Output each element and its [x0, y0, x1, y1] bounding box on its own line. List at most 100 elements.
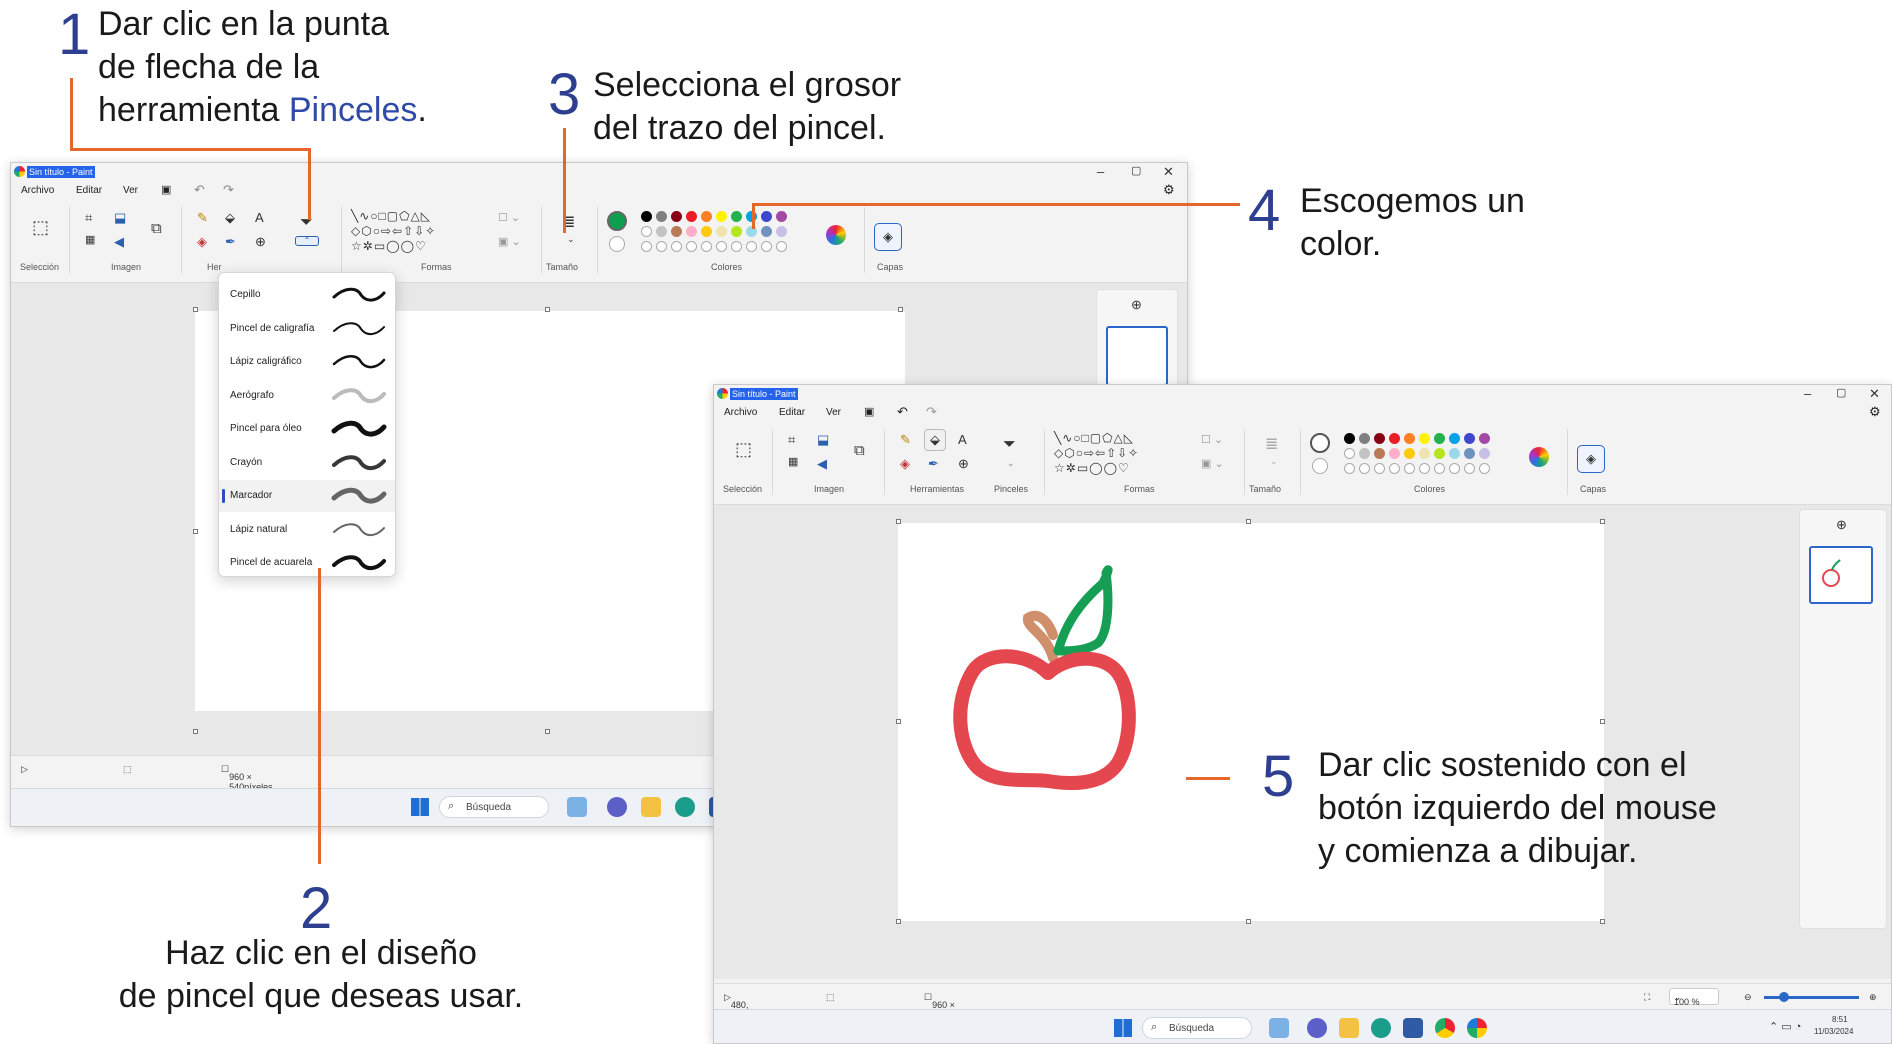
palette-swatch[interactable] [1374, 433, 1385, 444]
eraser-icon[interactable]: ◈ [197, 235, 207, 248]
fill-style-icon[interactable]: ▣ ⌄ [498, 237, 521, 248]
fill-style-icon[interactable]: ▣ ⌄ [1201, 459, 1224, 470]
brushes-icon[interactable]: ⏷ [1003, 437, 1016, 453]
text-icon[interactable]: A [958, 433, 967, 446]
brush-option[interactable]: Marcador [219, 480, 395, 512]
menu-editar[interactable]: Editar [779, 407, 805, 418]
settings-gear-icon[interactable]: ⚙ [1163, 182, 1175, 198]
palette-swatch[interactable] [776, 211, 787, 222]
resize-handle[interactable] [896, 919, 901, 924]
custom-color-slot[interactable] [746, 241, 757, 252]
layers-icon[interactable]: ◈ [874, 223, 902, 251]
palette-swatch[interactable] [641, 226, 652, 237]
palette-swatch[interactable] [776, 226, 787, 237]
custom-color-slot[interactable] [671, 241, 682, 252]
palette-swatch[interactable] [716, 211, 727, 222]
custom-color-slot[interactable] [731, 241, 742, 252]
resize-icon[interactable]: ⬓ [817, 433, 829, 446]
selection-tool-icon[interactable]: ⬚ [735, 440, 752, 458]
primary-color-swatch[interactable] [607, 211, 627, 231]
custom-color-slot[interactable] [1344, 463, 1355, 474]
palette-swatch[interactable] [1374, 448, 1385, 459]
resize-handle[interactable] [1600, 719, 1605, 724]
redo-icon[interactable]: ↷ [926, 404, 937, 420]
widgets-icon[interactable] [567, 797, 587, 817]
color-picker-icon[interactable]: ✒ [928, 457, 939, 470]
palette-swatch[interactable] [686, 226, 697, 237]
resize-handle[interactable] [1246, 919, 1251, 924]
palette-swatch[interactable] [1344, 433, 1355, 444]
resize-handle[interactable] [545, 307, 550, 312]
magnifier-icon[interactable]: ⊕ [958, 457, 969, 470]
add-layer-icon[interactable]: ⊕ [1131, 298, 1142, 311]
eraser-icon[interactable]: ◈ [900, 457, 910, 470]
palette-swatch[interactable] [731, 211, 742, 222]
brush-option[interactable]: Pincel de caligrafía [219, 313, 395, 345]
resize-handle[interactable] [1246, 519, 1251, 524]
custom-color-slot[interactable] [776, 241, 787, 252]
brush-option[interactable]: Crayón [219, 447, 395, 479]
shapes-gallery-icon[interactable]: ╲∿○□▢⬠△◺ ◇⬡○⇨⇦⇧⇩✧ ☆✲▭◯◯♡ [1054, 431, 1189, 476]
palette-swatch[interactable] [671, 211, 682, 222]
size-icon[interactable]: ≣ [1265, 437, 1278, 453]
resize-icon[interactable]: ⬓ [114, 211, 126, 224]
paint-taskbar-icon[interactable] [1467, 1018, 1487, 1038]
palette-swatch[interactable] [1449, 448, 1460, 459]
zoom-in-icon[interactable]: ⊕ [1869, 992, 1877, 1003]
palette-swatch[interactable] [1404, 433, 1415, 444]
palette-swatch[interactable] [761, 211, 772, 222]
image-tool-icon[interactable]: ▦ [85, 235, 95, 246]
custom-color-slot[interactable] [656, 241, 667, 252]
palette-swatch[interactable] [701, 226, 712, 237]
undo-icon[interactable]: ↶ [194, 182, 205, 198]
crop-icon[interactable]: ⌗ [788, 433, 795, 446]
palette-swatch[interactable] [1419, 433, 1430, 444]
palette-swatch[interactable] [1419, 448, 1430, 459]
menu-ver[interactable]: Ver [826, 407, 841, 418]
select-all-icon[interactable]: ⧉ [854, 443, 865, 458]
custom-color-slot[interactable] [1479, 463, 1490, 474]
size-chevron-icon[interactable]: ⌄ [1270, 457, 1278, 466]
resize-handle[interactable] [193, 529, 198, 534]
minimize-button[interactable]: – [1804, 386, 1811, 401]
custom-color-slot[interactable] [1389, 463, 1400, 474]
fit-to-window-icon[interactable]: ⛶ [1644, 992, 1650, 1003]
close-button[interactable]: ✕ [1869, 386, 1880, 402]
widgets-icon[interactable] [1269, 1018, 1289, 1038]
brush-option[interactable]: Lápiz caligráfico [219, 346, 395, 378]
palette-swatch[interactable] [1389, 433, 1400, 444]
resize-handle[interactable] [545, 729, 550, 734]
brush-option[interactable]: Cepillo [219, 279, 395, 311]
brush-option[interactable]: Lápiz natural [219, 514, 395, 546]
resize-handle[interactable] [898, 307, 903, 312]
brushes-dropdown-arrow-icon[interactable]: ⌃ [295, 236, 319, 246]
crop-icon[interactable]: ⌗ [85, 211, 92, 224]
palette-swatch[interactable] [1359, 433, 1370, 444]
palette-swatch[interactable] [731, 226, 742, 237]
taskbar-search[interactable]: ⌕ Búsqueda [439, 796, 549, 818]
custom-color-slot[interactable] [716, 241, 727, 252]
maximize-button[interactable]: ▢ [1131, 164, 1141, 177]
palette-swatch[interactable] [656, 226, 667, 237]
magnifier-icon[interactable]: ⊕ [255, 235, 266, 248]
zoom-out-icon[interactable]: ⊖ [1744, 992, 1752, 1003]
system-tray-icons[interactable]: ⌃ ▭ ◔ [1769, 1022, 1801, 1033]
edge-browser-icon[interactable] [675, 797, 695, 817]
palette-swatch[interactable] [1464, 433, 1475, 444]
brushes-chevron-icon[interactable]: ⌄ [1007, 459, 1015, 468]
menu-archivo[interactable]: Archivo [21, 185, 54, 196]
rotate-icon[interactable]: ◀ [817, 457, 827, 470]
pencil-icon[interactable]: ✎ [900, 433, 911, 446]
save-icon[interactable]: ▣ [161, 183, 171, 196]
outline-icon[interactable]: ☐ ⌄ [1201, 435, 1223, 446]
layers-icon[interactable]: ◈ [1577, 445, 1605, 473]
redo-icon[interactable]: ↷ [223, 182, 234, 198]
palette-swatch[interactable] [656, 211, 667, 222]
palette-swatch[interactable] [686, 211, 697, 222]
outline-icon[interactable]: ☐ ⌄ [498, 213, 520, 224]
custom-color-slot[interactable] [1449, 463, 1460, 474]
secondary-color-swatch[interactable] [1312, 458, 1328, 474]
palette-swatch[interactable] [1404, 448, 1415, 459]
custom-color-slot[interactable] [686, 241, 697, 252]
layer-thumbnail[interactable] [1106, 326, 1168, 386]
